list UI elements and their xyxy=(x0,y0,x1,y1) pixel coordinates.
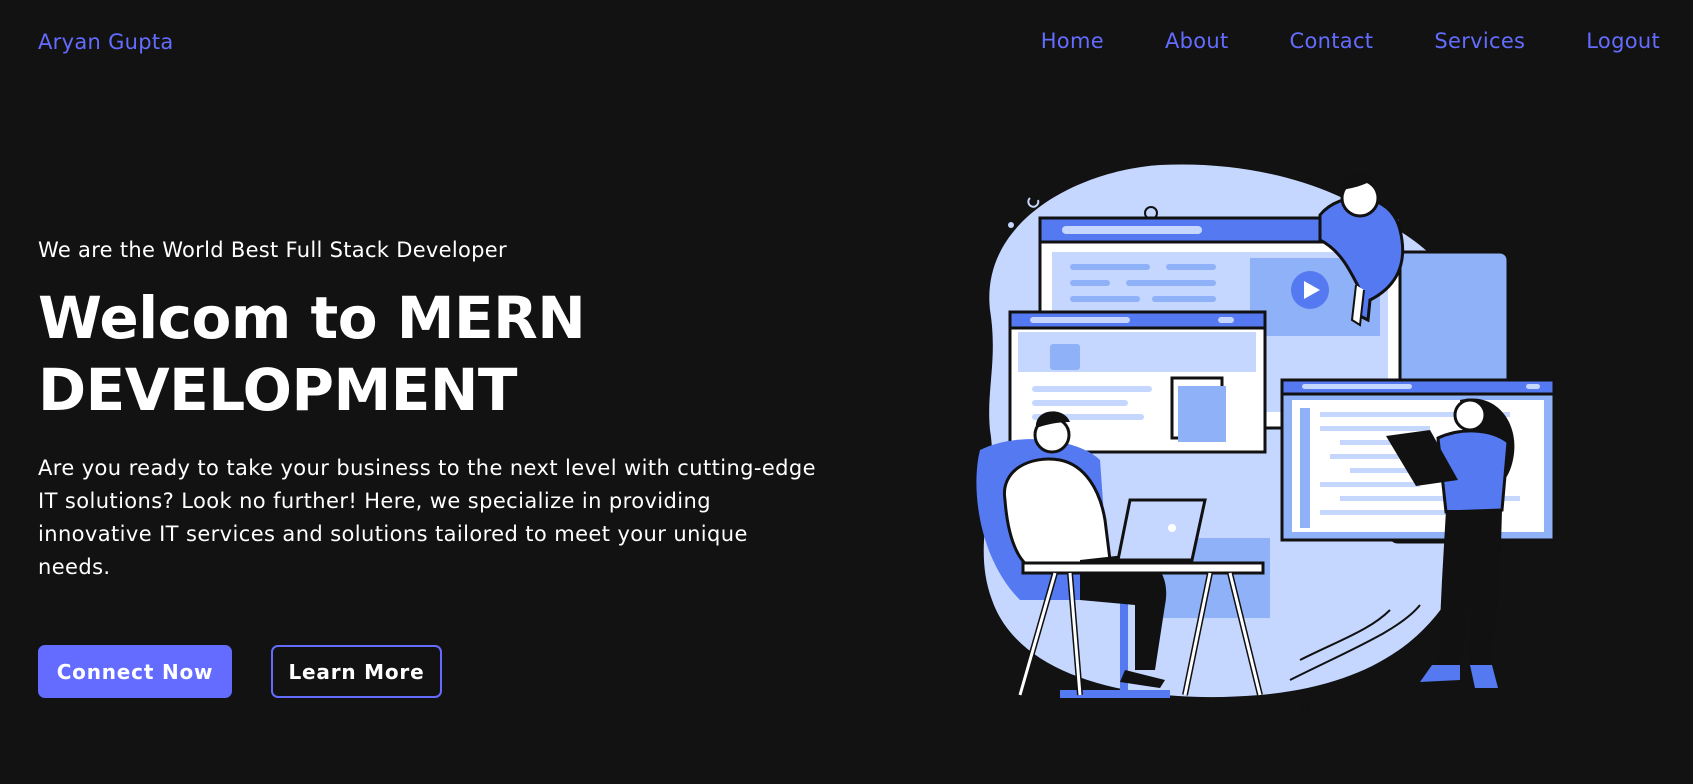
nav-services[interactable]: Services xyxy=(1434,29,1525,53)
page: Aryan Gupta Home About Contact Services … xyxy=(0,0,1693,784)
desk-top xyxy=(1021,561,1265,575)
site-header: Aryan Gupta Home About Contact Services … xyxy=(0,0,1693,90)
hero-section: We are the World Best Full Stack Develop… xyxy=(38,232,828,584)
nav-home[interactable]: Home xyxy=(1041,29,1104,53)
main-nav: Home About Contact Services Logout xyxy=(1041,29,1660,53)
laptop xyxy=(1116,498,1207,562)
hero-illustration xyxy=(976,164,1556,713)
hero-headline: Welcom to MERN DEVELOPMENT xyxy=(38,282,828,426)
nav-about[interactable]: About xyxy=(1165,29,1229,53)
connect-now-button[interactable]: Connect Now xyxy=(38,645,232,698)
hero-tagline: We are the World Best Full Stack Develop… xyxy=(38,238,507,262)
deco-dot xyxy=(1008,222,1014,228)
nav-contact[interactable]: Contact xyxy=(1290,29,1374,53)
nav-logout[interactable]: Logout xyxy=(1586,29,1660,53)
brand-logo[interactable]: Aryan Gupta xyxy=(38,30,174,54)
headline-line-2: DEVELOPMENT xyxy=(38,356,517,424)
deco-x xyxy=(1486,223,1498,235)
learn-more-button[interactable]: Learn More xyxy=(271,645,442,698)
hero-actions: Connect Now Learn More xyxy=(38,645,442,698)
deco-arc xyxy=(1027,197,1040,208)
hero-description: Are you ready to take your business to t… xyxy=(38,456,816,579)
headline-line-1: Welcom to MERN xyxy=(38,284,586,352)
